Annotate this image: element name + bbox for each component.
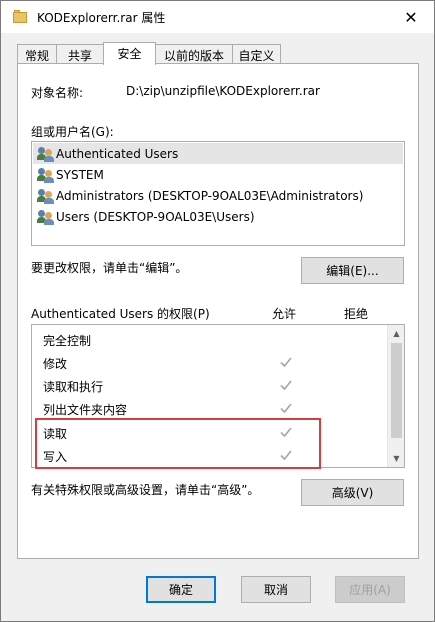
list-item-administrators[interactable]: Administrators (DESKTOP-9OAL03E\Administ…	[33, 185, 403, 206]
cancel-button[interactable]: 取消	[241, 576, 311, 603]
list-item-system[interactable]: SYSTEM	[33, 164, 403, 185]
object-name-value: D:\zip\unzipfile\KODExplorerr.rar	[126, 84, 320, 98]
highlight-box	[35, 418, 321, 469]
user-name: Administrators (DESKTOP-9OAL03E\Administ…	[56, 188, 364, 203]
tab-previous-versions[interactable]: 以前的版本	[155, 44, 233, 64]
ok-button[interactable]: 确定	[146, 576, 216, 603]
allow-column-header: 允许	[272, 307, 297, 321]
properties-dialog: KODExplorerr.rar 属性 ✕ 常规 共享 安全 以前的版本 自定义…	[0, 0, 435, 622]
permission-row-read-execute: 读取和执行	[33, 374, 385, 397]
scroll-up-arrow-icon[interactable]: ▲	[388, 325, 405, 342]
users-icon	[37, 209, 55, 225]
scroll-down-arrow-icon[interactable]: ▼	[388, 450, 405, 467]
permission-row-full-control: 完全控制	[33, 328, 385, 351]
permission-row-list-folder: 列出文件夹内容	[33, 397, 385, 420]
check-icon	[280, 403, 292, 414]
users-icon	[37, 167, 55, 183]
close-button[interactable]: ✕	[388, 1, 434, 33]
permission-name: 列出文件夹内容	[43, 403, 128, 417]
permission-name: 读取和执行	[43, 380, 104, 394]
window-title: KODExplorerr.rar 属性	[37, 11, 166, 25]
apply-button[interactable]: 应用(A)	[335, 576, 405, 603]
user-name: SYSTEM	[56, 167, 104, 182]
list-item-users[interactable]: Users (DESKTOP-9OAL03E\Users)	[33, 206, 403, 227]
tab-sharing[interactable]: 共享	[56, 44, 104, 64]
deny-column-header: 拒绝	[344, 307, 369, 321]
user-name: Users (DESKTOP-9OAL03E\Users)	[56, 209, 255, 224]
folder-icon	[13, 10, 27, 23]
group-or-user-label: 组或用户名(G):	[31, 125, 114, 139]
user-name: Authenticated Users	[56, 146, 179, 161]
permission-name: 修改	[43, 357, 68, 371]
permission-row-modify: 修改	[33, 351, 385, 374]
object-name-label: 对象名称:	[31, 86, 84, 100]
title-bar: KODExplorerr.rar 属性 ✕	[1, 1, 434, 33]
tab-customize[interactable]: 自定义	[232, 44, 281, 64]
change-permissions-hint: 要更改权限，请单击“编辑”。	[31, 261, 188, 275]
check-icon	[280, 357, 292, 368]
tab-general[interactable]: 常规	[17, 44, 57, 64]
close-icon: ✕	[404, 7, 418, 27]
permissions-scrollbar[interactable]: ▲ ▼	[387, 325, 404, 467]
advanced-button[interactable]: 高级(V)	[301, 479, 404, 506]
list-item-authenticated-users[interactable]: Authenticated Users	[33, 143, 403, 164]
permissions-label: Authenticated Users 的权限(P)	[31, 307, 210, 321]
users-icon	[37, 146, 55, 162]
check-icon	[280, 380, 292, 391]
permission-name: 完全控制	[43, 334, 92, 348]
users-icon	[37, 188, 55, 204]
tab-security[interactable]: 安全	[103, 42, 156, 65]
user-list[interactable]: Authenticated Users SYSTEM Administrator…	[31, 141, 405, 246]
advanced-hint: 有关特殊权限或高级设置，请单击“高级”。	[31, 483, 260, 497]
scroll-thumb[interactable]	[391, 343, 402, 438]
edit-button[interactable]: 编辑(E)...	[301, 257, 404, 284]
